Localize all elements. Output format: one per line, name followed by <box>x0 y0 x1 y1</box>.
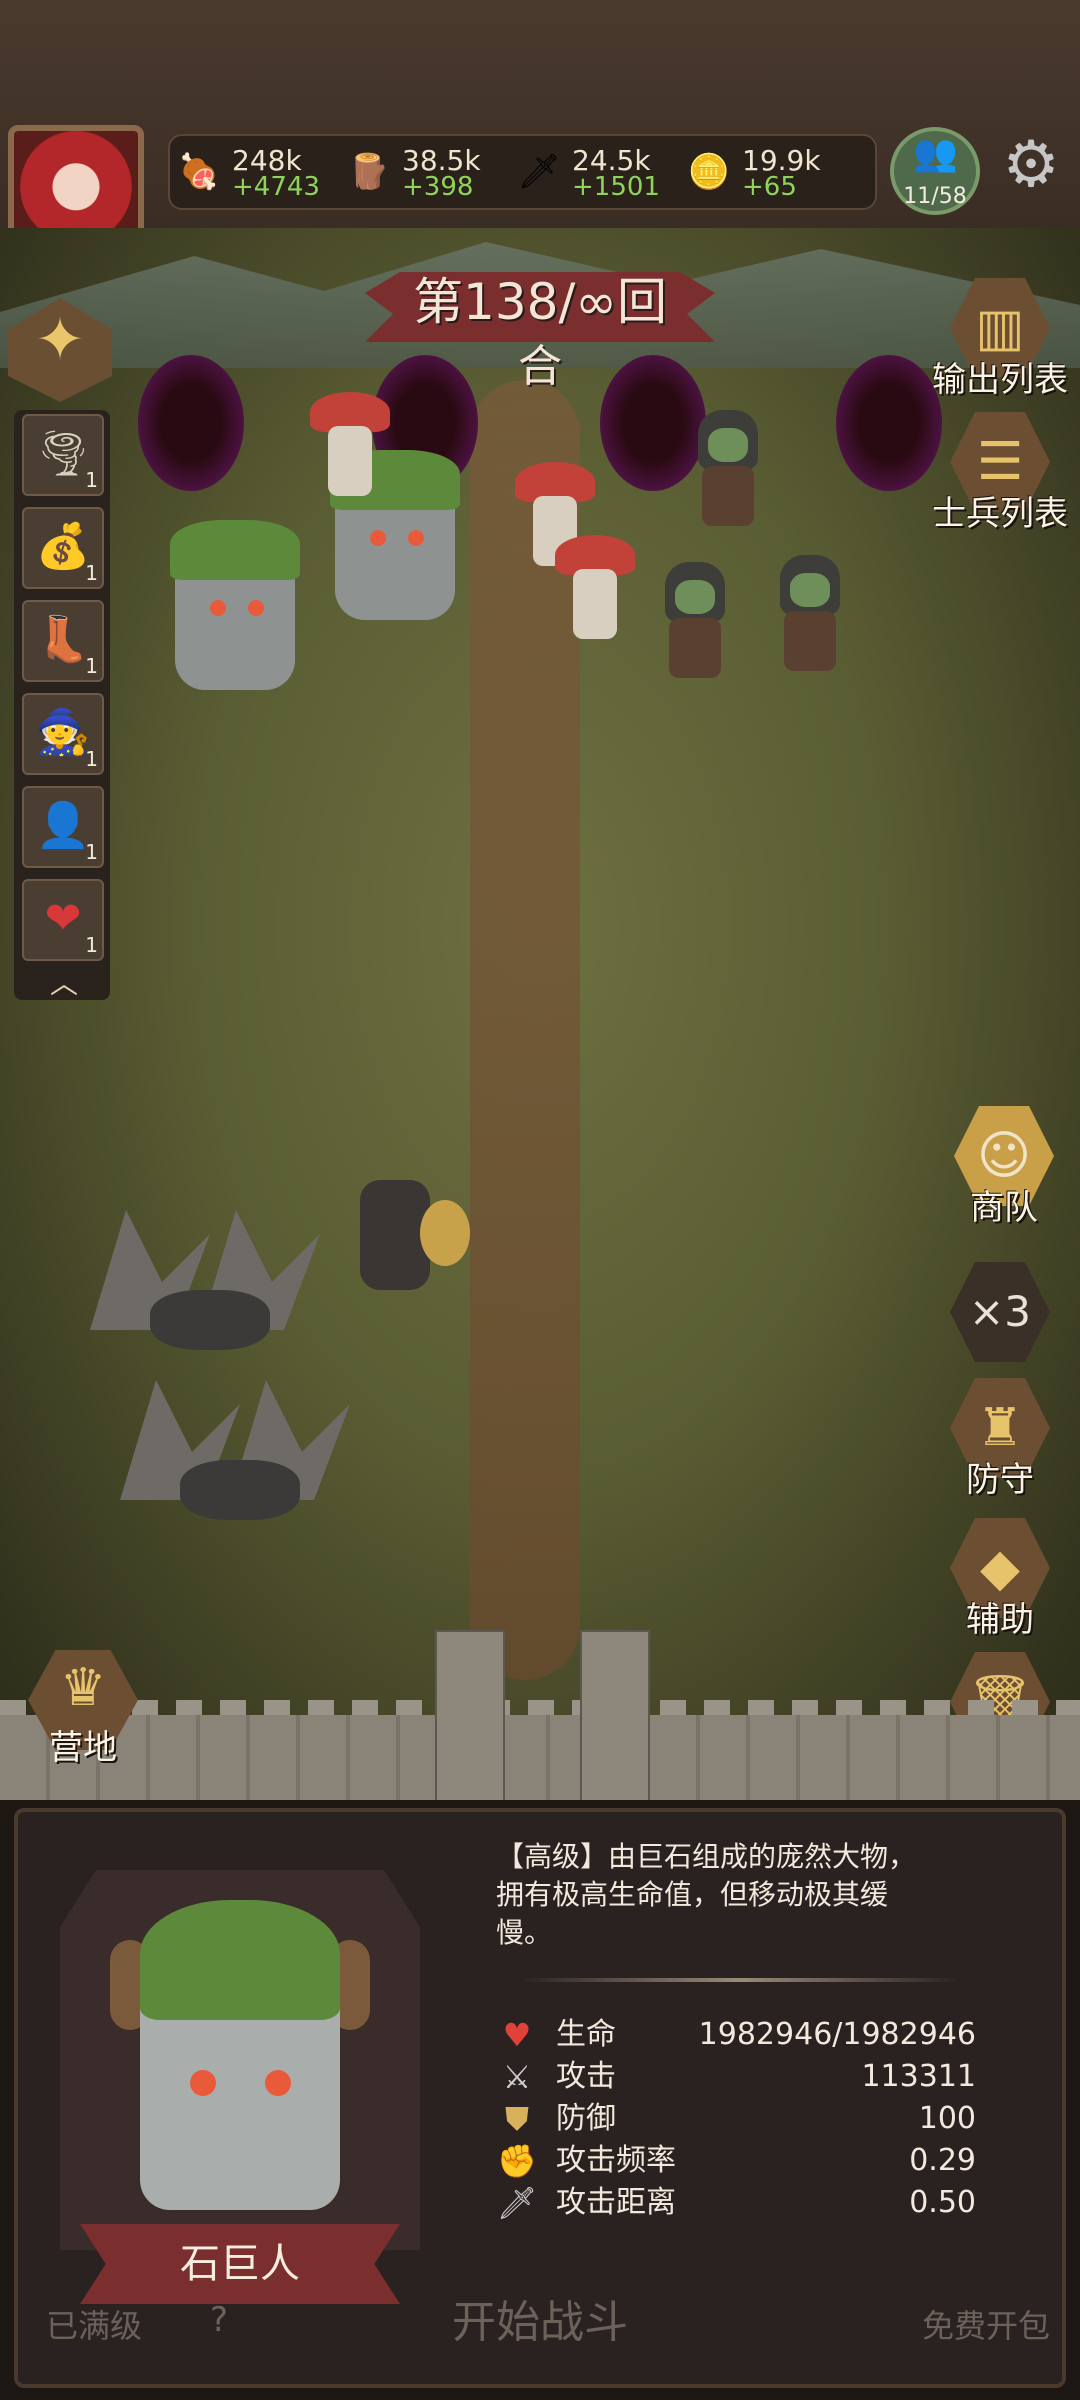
goblin-unit[interactable] <box>770 555 850 675</box>
skill-count: 1 <box>85 468 98 492</box>
attack-swords-icon: ⚔ <box>502 2058 532 2096</box>
wood-icon: 🪵 <box>347 152 391 192</box>
skill-count: 1 <box>85 840 98 864</box>
defense-button[interactable]: ♜ 防守 <box>940 1378 1060 1500</box>
dragon-unit[interactable] <box>90 1210 330 1390</box>
ornament-divider <box>520 1978 960 1982</box>
orc-unit[interactable] <box>688 410 768 530</box>
sword-emblem-icon: ✦ <box>34 305 86 375</box>
skill-slot[interactable]: 👤 1 <box>22 786 104 868</box>
mushroom-unit[interactable] <box>555 535 635 645</box>
round-counter-suffix: 合 <box>518 341 562 392</box>
skill-slot[interactable]: 🧙 1 <box>22 693 104 775</box>
unit-description: 【高级】由巨石组成的庞然大物，拥有极高生命值，但移动极其缓慢。 <box>496 1840 917 1949</box>
stat-label: 生命 <box>556 2017 616 2052</box>
gear-icon[interactable]: ⚙ <box>994 128 1068 202</box>
maxed-level-label: 已满级 <box>46 2307 143 2345</box>
fist-icon: ✊ <box>497 2142 537 2180</box>
stat-value: 100 <box>918 2101 976 2136</box>
dragon-unit[interactable] <box>120 1380 360 1560</box>
defense-shield-icon: ⛊ <box>504 2100 529 2138</box>
skill-slot[interactable]: 👢 1 <box>22 600 104 682</box>
group-icon: 👥 <box>913 133 958 174</box>
resource-meat: 🍖 248k +4743 <box>176 142 344 202</box>
speed-toggle-button[interactable]: ×3 <box>940 1262 1060 1372</box>
chevron-up-icon[interactable]: ︿ <box>44 970 84 998</box>
stat-value: 0.29 <box>909 2143 976 2178</box>
meat-icon: 🍖 <box>177 152 221 192</box>
stat-value: 1982946/1982946 <box>698 2017 976 2052</box>
goblin-unit[interactable] <box>655 562 735 682</box>
resource-bar: 🍖 248k +4743 🪵 38.5k +398 🗡 24.5k +1501 … <box>168 134 877 210</box>
coin-icon: 🪙 <box>687 152 731 192</box>
start-battle-button[interactable]: 开始战斗 <box>330 2290 750 2356</box>
assist-button[interactable]: ◆ 辅助 <box>940 1518 1060 1640</box>
stat-row-attack-range: 🗡 攻击距离 0.50 <box>496 2183 976 2223</box>
castle-wall <box>0 1715 1080 1810</box>
resource-wood: 🪵 38.5k +398 <box>346 142 514 202</box>
unit-name: 石巨人 <box>180 2241 300 2287</box>
skill-count: 1 <box>85 747 98 771</box>
resource-gold: 🪙 19.9k +65 <box>686 142 854 202</box>
free-pack-button[interactable]: 免费开包 <box>906 2296 1066 2356</box>
enemy-portal <box>138 355 244 491</box>
sword-icon: 🗡 <box>517 152 561 192</box>
resource-income: +4743 <box>232 172 320 202</box>
castle-tower <box>435 1630 505 1804</box>
heart-icon: ♥ <box>502 2016 532 2054</box>
skill-count: 1 <box>85 561 98 585</box>
output-list-button[interactable]: ▥ 输出列表 <box>932 278 1068 400</box>
stat-label: 防御 <box>556 2101 616 2136</box>
round-counter: 第138/∞回 <box>413 273 667 331</box>
stat-value: 0.50 <box>909 2185 976 2220</box>
skill-slot[interactable]: 💰 1 <box>22 507 104 589</box>
stone-golem-portrait <box>110 1900 370 2230</box>
skill-count: 1 <box>85 654 98 678</box>
soldier-list-button[interactable]: ☰ 士兵列表 <box>932 412 1068 534</box>
speed-multiplier: ×3 <box>969 1287 1031 1336</box>
caravan-button[interactable]: ☺ 商队 <box>944 1106 1064 1228</box>
stat-value: 113311 <box>861 2059 976 2094</box>
stat-row-attack-speed: ✊ 攻击频率 0.29 <box>496 2141 976 2181</box>
range-sword-icon: 🗡 <box>496 2184 538 2222</box>
stat-label: 攻击 <box>556 2059 616 2094</box>
camp-button[interactable]: ♛ 营地 <box>28 1650 138 1768</box>
stat-row-hp: ♥ 生命 1982946/1982946 <box>496 2015 976 2055</box>
stat-row-attack: ⚔ 攻击 113311 <box>496 2057 976 2097</box>
help-icon[interactable]: ? <box>210 2300 250 2340</box>
resource-income: +1501 <box>572 172 660 202</box>
mushroom-unit[interactable] <box>310 392 390 502</box>
stone-golem-unit[interactable] <box>160 520 310 710</box>
skill-count: 1 <box>85 933 98 957</box>
resource-income: +65 <box>742 172 797 202</box>
resource-income: +398 <box>402 172 474 202</box>
skill-slot[interactable]: ❤ 1 <box>22 879 104 961</box>
skill-slot[interactable]: 🌪 1 <box>22 414 104 496</box>
stat-label: 攻击频率 <box>556 2143 676 2178</box>
stat-row-defense: ⛊ 防御 100 <box>496 2099 976 2139</box>
stat-label: 攻击距离 <box>556 2185 676 2220</box>
resource-iron: 🗡 24.5k +1501 <box>516 142 684 202</box>
troop-count: 11/58 <box>903 184 967 209</box>
castle-tower <box>580 1630 650 1804</box>
crown-icon: ♛ <box>59 1658 107 1718</box>
knight-hero-unit[interactable] <box>320 1160 470 1310</box>
